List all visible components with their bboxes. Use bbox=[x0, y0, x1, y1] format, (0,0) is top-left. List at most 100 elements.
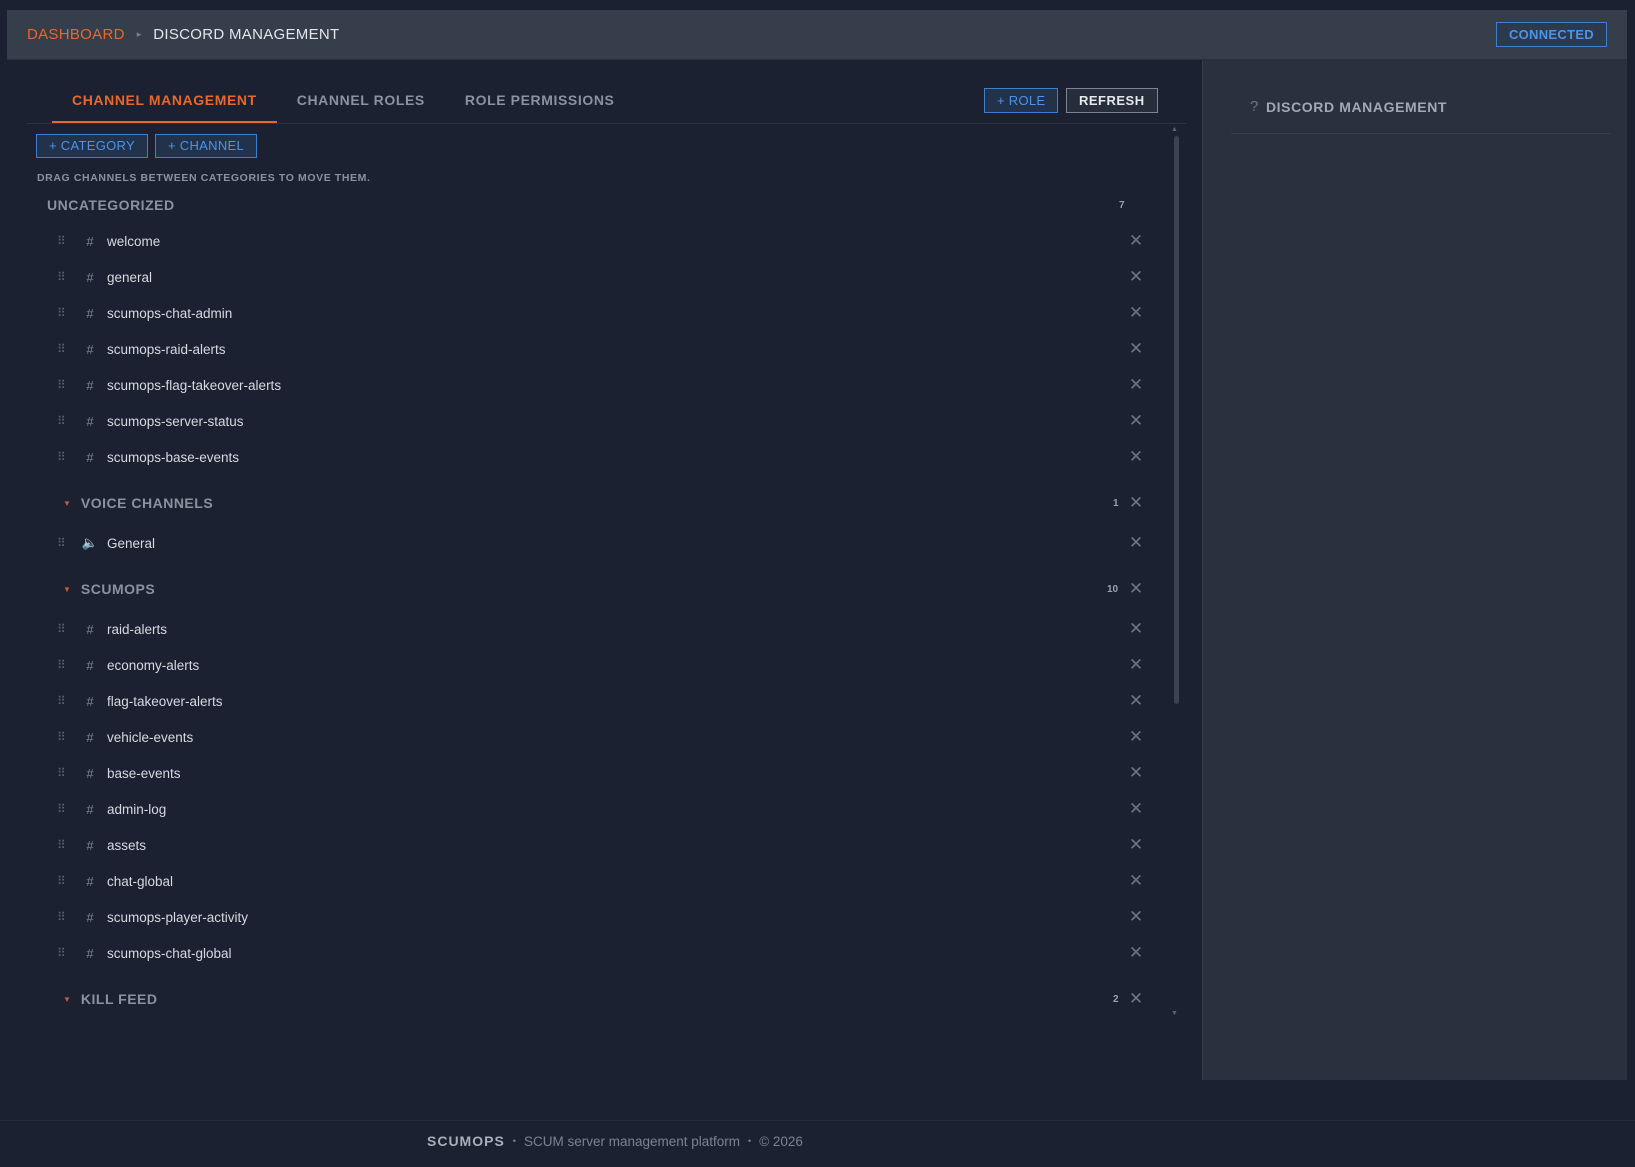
text-channel-icon: # bbox=[86, 765, 94, 781]
tab-role-permissions[interactable]: ROLE PERMISSIONS bbox=[445, 60, 635, 123]
channel-row[interactable]: ⠿ # scumops-chat-global bbox=[57, 938, 1157, 968]
category-name: VOICE CHANNELS bbox=[80, 495, 214, 511]
delete-channel-icon[interactable]: ✕ bbox=[1128, 908, 1144, 925]
drag-handle-icon[interactable]: ⠿ bbox=[57, 694, 79, 708]
scroll-down-icon[interactable]: ▼ bbox=[1171, 1010, 1178, 1017]
channel-name: scumops-server-status bbox=[107, 413, 244, 429]
drag-handle-icon[interactable]: ⠿ bbox=[57, 658, 79, 672]
drag-handle-icon[interactable]: ⠿ bbox=[57, 414, 79, 428]
delete-channel-icon[interactable]: ✕ bbox=[1128, 728, 1144, 745]
channel-row[interactable]: ⠿ # scumops-chat-admin bbox=[57, 298, 1157, 328]
drag-handle-icon[interactable]: ⠿ bbox=[57, 234, 79, 248]
drag-handle-icon[interactable]: ⠿ bbox=[57, 622, 79, 636]
delete-channel-icon[interactable]: ✕ bbox=[1128, 412, 1144, 429]
add-role-button[interactable]: + ROLE bbox=[984, 88, 1059, 113]
delete-channel-icon[interactable]: ✕ bbox=[1128, 692, 1144, 709]
delete-channel-icon[interactable]: ✕ bbox=[1128, 944, 1144, 961]
delete-channel-icon[interactable]: ✕ bbox=[1128, 448, 1144, 465]
drag-handle-icon[interactable]: ⠿ bbox=[57, 802, 79, 816]
add-channel-button[interactable]: + CHANNEL bbox=[155, 134, 258, 158]
tabs-divider bbox=[27, 123, 1187, 124]
category-name: KILL FEED bbox=[80, 991, 158, 1007]
channel-row[interactable]: ⠿ # scumops-player-activity bbox=[57, 902, 1157, 932]
channel-name: scumops-raid-alerts bbox=[107, 341, 226, 357]
channel-row[interactable]: ⠿ # raid-alerts bbox=[57, 614, 1157, 644]
help-sidebar: ? DISCORD MANAGEMENT bbox=[1202, 60, 1627, 1080]
delete-channel-icon[interactable]: ✕ bbox=[1128, 304, 1144, 321]
breadcrumb-current: DISCORD MANAGEMENT bbox=[153, 26, 340, 43]
drag-handle-icon[interactable]: ⠿ bbox=[57, 536, 79, 550]
drag-handle-icon[interactable]: ⠿ bbox=[57, 306, 79, 320]
category-count-badge: 10 bbox=[1107, 584, 1119, 595]
delete-channel-icon[interactable]: ✕ bbox=[1128, 534, 1144, 551]
channel-name: chat-global bbox=[107, 873, 174, 889]
scroll-up-icon[interactable]: ▲ bbox=[1171, 126, 1178, 133]
refresh-button[interactable]: REFRESH bbox=[1066, 88, 1158, 113]
text-channel-icon: # bbox=[86, 837, 94, 853]
tab-channel-management[interactable]: CHANNEL MANAGEMENT bbox=[52, 60, 277, 123]
channel-row[interactable]: ⠿ 🔈 General bbox=[57, 528, 1157, 558]
footer-brand: SCUMOPS bbox=[427, 1133, 505, 1149]
channel-name: vehicle-events bbox=[107, 729, 194, 745]
category-header[interactable]: UNCATEGORIZED bbox=[47, 190, 1157, 220]
drag-handle-icon[interactable]: ⠿ bbox=[57, 910, 79, 924]
app-window: DASHBOARD ▸ DISCORD MANAGEMENT CONNECTED… bbox=[7, 10, 1627, 1080]
drag-handle-icon[interactable]: ⠿ bbox=[57, 378, 79, 392]
delete-channel-icon[interactable]: ✕ bbox=[1128, 764, 1144, 781]
channel-row[interactable]: ⠿ # economy-alerts bbox=[57, 650, 1157, 680]
delete-channel-icon[interactable]: ✕ bbox=[1128, 656, 1144, 673]
text-channel-icon: # bbox=[86, 621, 94, 637]
text-channel-icon: # bbox=[86, 377, 94, 393]
channel-name: general bbox=[107, 269, 153, 285]
channel-row[interactable]: ⠿ # scumops-raid-alerts bbox=[57, 334, 1157, 364]
channel-name: raid-alerts bbox=[107, 621, 168, 637]
channel-row[interactable]: ⠿ # flag-takeover-alerts bbox=[57, 686, 1157, 716]
channel-row[interactable]: ⠿ # general bbox=[57, 262, 1157, 292]
add-category-button[interactable]: + CATEGORY bbox=[36, 134, 148, 158]
text-channel-icon: # bbox=[86, 657, 94, 673]
tab-channel-roles[interactable]: CHANNEL ROLES bbox=[277, 60, 445, 123]
text-channel-icon: # bbox=[86, 269, 94, 285]
collapse-caret-icon[interactable]: ▼ bbox=[63, 995, 71, 1004]
channel-row[interactable]: ⠿ # base-events bbox=[57, 758, 1157, 788]
category-header[interactable]: ▼ KILL FEED bbox=[55, 984, 1157, 1013]
channel-row[interactable]: ⠿ # admin-log bbox=[57, 794, 1157, 824]
delete-channel-icon[interactable]: ✕ bbox=[1128, 340, 1144, 357]
channel-row[interactable]: ⠿ # assets bbox=[57, 830, 1157, 860]
drag-hint: DRAG CHANNELS BETWEEN CATEGORIES TO MOVE… bbox=[37, 172, 371, 184]
category-name: UNCATEGORIZED bbox=[47, 197, 175, 213]
drag-handle-icon[interactable]: ⠿ bbox=[57, 450, 79, 464]
text-channel-icon: # bbox=[86, 449, 94, 465]
breadcrumb-dashboard-link[interactable]: DASHBOARD bbox=[27, 26, 125, 43]
drag-handle-icon[interactable]: ⠿ bbox=[57, 730, 79, 744]
channel-row[interactable]: ⠿ # scumops-server-status bbox=[57, 406, 1157, 436]
collapse-caret-icon[interactable]: ▼ bbox=[63, 499, 71, 508]
scrollbar-thumb[interactable] bbox=[1174, 136, 1179, 704]
drag-handle-icon[interactable]: ⠿ bbox=[57, 838, 79, 852]
delete-channel-icon[interactable]: ✕ bbox=[1128, 232, 1144, 249]
delete-category-icon[interactable]: ✕ bbox=[1128, 990, 1144, 1007]
delete-category-icon[interactable]: ✕ bbox=[1128, 580, 1144, 597]
channel-row[interactable]: ⠿ # chat-global bbox=[57, 866, 1157, 896]
collapse-caret-icon[interactable]: ▼ bbox=[63, 585, 71, 594]
delete-channel-icon[interactable]: ✕ bbox=[1128, 376, 1144, 393]
delete-channel-icon[interactable]: ✕ bbox=[1128, 800, 1144, 817]
category-header[interactable]: ▼ VOICE CHANNELS bbox=[55, 488, 1157, 518]
delete-channel-icon[interactable]: ✕ bbox=[1128, 620, 1144, 637]
drag-handle-icon[interactable]: ⠿ bbox=[57, 874, 79, 888]
channel-row[interactable]: ⠿ # welcome bbox=[57, 226, 1157, 256]
drag-handle-icon[interactable]: ⠿ bbox=[57, 766, 79, 780]
category-header[interactable]: ▼ SCUMOPS bbox=[55, 574, 1157, 604]
category-name: SCUMOPS bbox=[80, 581, 156, 597]
channel-row[interactable]: ⠿ # scumops-flag-takeover-alerts bbox=[57, 370, 1157, 400]
drag-handle-icon[interactable]: ⠿ bbox=[57, 946, 79, 960]
drag-handle-icon[interactable]: ⠿ bbox=[57, 342, 79, 356]
drag-handle-icon[interactable]: ⠿ bbox=[57, 270, 79, 284]
delete-channel-icon[interactable]: ✕ bbox=[1128, 872, 1144, 889]
text-channel-icon: # bbox=[86, 305, 94, 321]
delete-channel-icon[interactable]: ✕ bbox=[1128, 268, 1144, 285]
channel-row[interactable]: ⠿ # vehicle-events bbox=[57, 722, 1157, 752]
delete-channel-icon[interactable]: ✕ bbox=[1128, 836, 1144, 853]
delete-category-icon[interactable]: ✕ bbox=[1128, 494, 1144, 511]
channel-row[interactable]: ⠿ # scumops-base-events bbox=[57, 442, 1157, 472]
